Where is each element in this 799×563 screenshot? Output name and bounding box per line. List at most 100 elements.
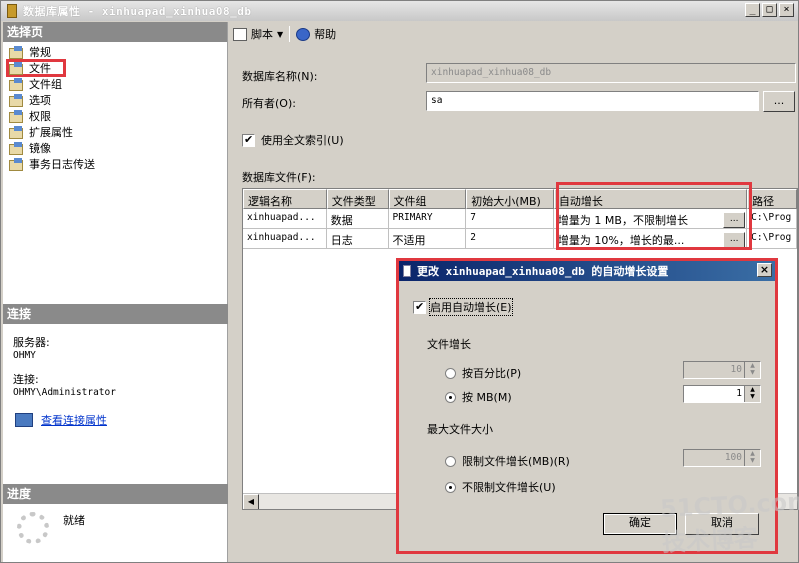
fulltext-checkbox[interactable] <box>242 133 255 147</box>
script-icon <box>233 27 247 41</box>
progress-spinner-icon <box>17 512 49 544</box>
fulltext-label: 使用全文索引(U) <box>261 134 344 147</box>
autogrowth-edit-button[interactable]: ... <box>723 232 746 248</box>
percent-radio[interactable] <box>445 367 456 379</box>
cell-file-type: 数据 <box>326 209 389 229</box>
page-icon <box>9 142 23 155</box>
spin-arrows-icon: ▲ ▼ <box>744 450 760 466</box>
col-path[interactable]: 路径 <box>747 189 797 209</box>
view-connection-properties-link[interactable]: 查看连接属性 <box>41 412 107 428</box>
page-nav: 常规 文件 文件组 选项 权限 扩展属性 镜像 事务日志传送 <box>3 42 227 172</box>
cell-path: C:\Prog <box>747 229 797 249</box>
page-icon <box>9 78 23 91</box>
cell-autogrowth: 增量为 10%，增长的最... ... <box>553 229 748 249</box>
server-value: OHMY <box>13 350 36 361</box>
enable-autogrowth-row: 启用自动增长(E) <box>413 298 513 316</box>
db-name-field: xinhuapad_xinhua08_db <box>426 63 796 83</box>
connection-value: OHMY\Administrator <box>13 387 116 398</box>
fulltext-row: 使用全文索引(U) <box>242 132 344 148</box>
help-button[interactable]: 帮助 <box>296 26 336 42</box>
cell-initial-size[interactable]: 2 <box>466 229 554 249</box>
table-row[interactable]: xinhuapad... 数据 PRIMARY 7 增量为 1 MB，不限制增长… <box>243 209 797 229</box>
nav-item-log-shipping[interactable]: 事务日志传送 <box>3 156 227 172</box>
nav-item-general[interactable]: 常规 <box>3 44 227 60</box>
cell-filegroup: PRIMARY <box>388 209 467 229</box>
limit-radio[interactable] <box>445 455 456 467</box>
window-title: 数据库属性 - xinhuapad_xinhua08_db <box>23 5 252 18</box>
connection-label: 连接: <box>13 373 39 386</box>
nav-item-files[interactable]: 文件 <box>6 59 66 77</box>
mb-radio[interactable] <box>445 391 456 403</box>
page-icon <box>9 62 23 75</box>
nav-item-extended-properties[interactable]: 扩展属性 <box>3 124 227 140</box>
owner-label: 所有者(O): <box>242 97 296 110</box>
owner-field[interactable]: sa <box>426 91 759 111</box>
page-icon <box>9 110 23 123</box>
file-growth-header: 文件增长 <box>427 338 471 351</box>
col-file-type[interactable]: 文件类型 <box>326 189 389 209</box>
enable-autogrowth-checkbox[interactable] <box>413 300 426 314</box>
watermark: 51CTO.com 技术博客 <box>659 487 799 557</box>
grid-header-row: 逻辑名称 文件类型 文件组 初始大小(MB) 自动增长 路径 <box>243 189 797 209</box>
col-initial-size[interactable]: 初始大小(MB) <box>466 189 554 209</box>
progress-section: 进度 就绪 <box>3 484 228 544</box>
minimize-button[interactable]: _ <box>745 3 760 17</box>
files-label: 数据库文件(F): <box>242 171 316 184</box>
dialog-title-bar: 更改 xinhuapad_xinhua08_db 的自动增长设置 × <box>399 261 775 281</box>
maximize-button[interactable]: □ <box>762 3 777 17</box>
mb-option[interactable]: 按 MB(M) <box>445 389 512 405</box>
spin-arrows-icon[interactable]: ▲ ▼ <box>744 386 760 402</box>
unlimited-option[interactable]: 不限制文件增长(U) <box>445 479 556 495</box>
nav-item-filegroups[interactable]: 文件组 <box>3 76 227 92</box>
dialog-icon <box>403 265 411 277</box>
col-autogrowth[interactable]: 自动增长 <box>553 189 748 209</box>
dialog-close-button[interactable]: × <box>757 263 772 277</box>
server-label: 服务器: <box>13 336 50 349</box>
mb-stepper[interactable]: 1 ▲ ▼ <box>683 385 761 403</box>
title-bar: 数据库属性 - xinhuapad_xinhua08_db _ □ × <box>1 1 798 21</box>
nav-item-mirroring[interactable]: 镜像 <box>3 140 227 156</box>
nav-item-options[interactable]: 选项 <box>3 92 227 108</box>
toolbar: 脚本 ▼ 帮助 <box>229 22 798 46</box>
percent-stepper: 10 ▲ ▼ <box>683 361 761 379</box>
table-row[interactable]: xinhuapad... 日志 不适用 2 增量为 10%，增长的最... ..… <box>243 229 797 249</box>
toolbar-separator <box>289 26 291 42</box>
cell-autogrowth: 增量为 1 MB，不限制增长 ... <box>553 209 748 229</box>
connection-header: 连接 <box>3 304 228 324</box>
cell-file-type: 日志 <box>326 229 389 249</box>
db-name-label: 数据库名称(N): <box>242 70 318 83</box>
close-button[interactable]: × <box>779 3 794 17</box>
left-pane: 选择页 常规 文件 文件组 选项 权限 扩展属性 镜像 事务日志传送 连接 服务… <box>3 22 228 562</box>
max-size-header: 最大文件大小 <box>427 423 493 436</box>
cell-logical-name[interactable]: xinhuapad... <box>243 209 327 229</box>
col-logical-name[interactable]: 逻辑名称 <box>243 189 327 209</box>
spin-arrows-icon: ▲ ▼ <box>744 362 760 378</box>
percent-option[interactable]: 按百分比(P) <box>445 365 521 381</box>
limit-stepper: 100 ▲ ▼ <box>683 449 761 467</box>
progress-header: 进度 <box>3 484 228 504</box>
limit-option[interactable]: 限制文件增长(MB)(R) <box>445 453 570 469</box>
scroll-left-icon[interactable]: ◀ <box>243 494 259 509</box>
progress-status: 就绪 <box>63 514 85 527</box>
cell-path: C:\Prog <box>747 209 797 229</box>
database-icon <box>7 4 17 18</box>
dialog-title: 更改 xinhuapad_xinhua08_db 的自动增长设置 <box>417 265 669 278</box>
page-icon <box>9 158 23 171</box>
autogrowth-edit-button[interactable]: ... <box>723 212 746 228</box>
connection-section: 连接 服务器: OHMY 连接: OHMY\Administrator 查看连接… <box>3 304 228 428</box>
select-page-header: 选择页 <box>3 22 227 42</box>
page-icon <box>9 46 23 59</box>
script-button[interactable]: 脚本 ▼ <box>233 26 283 42</box>
dropdown-arrow-icon: ▼ <box>277 29 284 39</box>
enable-autogrowth-label: 启用自动增长(E) <box>429 298 513 316</box>
col-filegroup[interactable]: 文件组 <box>388 189 467 209</box>
cell-logical-name[interactable]: xinhuapad... <box>243 229 327 249</box>
owner-browse-button[interactable]: ... <box>763 91 795 112</box>
cell-initial-size[interactable]: 7 <box>466 209 554 229</box>
unlimited-radio[interactable] <box>445 481 456 493</box>
cell-filegroup: 不适用 <box>388 229 467 249</box>
database-properties-window: 数据库属性 - xinhuapad_xinhua08_db _ □ × 选择页 … <box>0 0 799 563</box>
help-icon <box>296 27 311 41</box>
connection-properties-icon <box>15 413 33 427</box>
nav-item-permissions[interactable]: 权限 <box>3 108 227 124</box>
